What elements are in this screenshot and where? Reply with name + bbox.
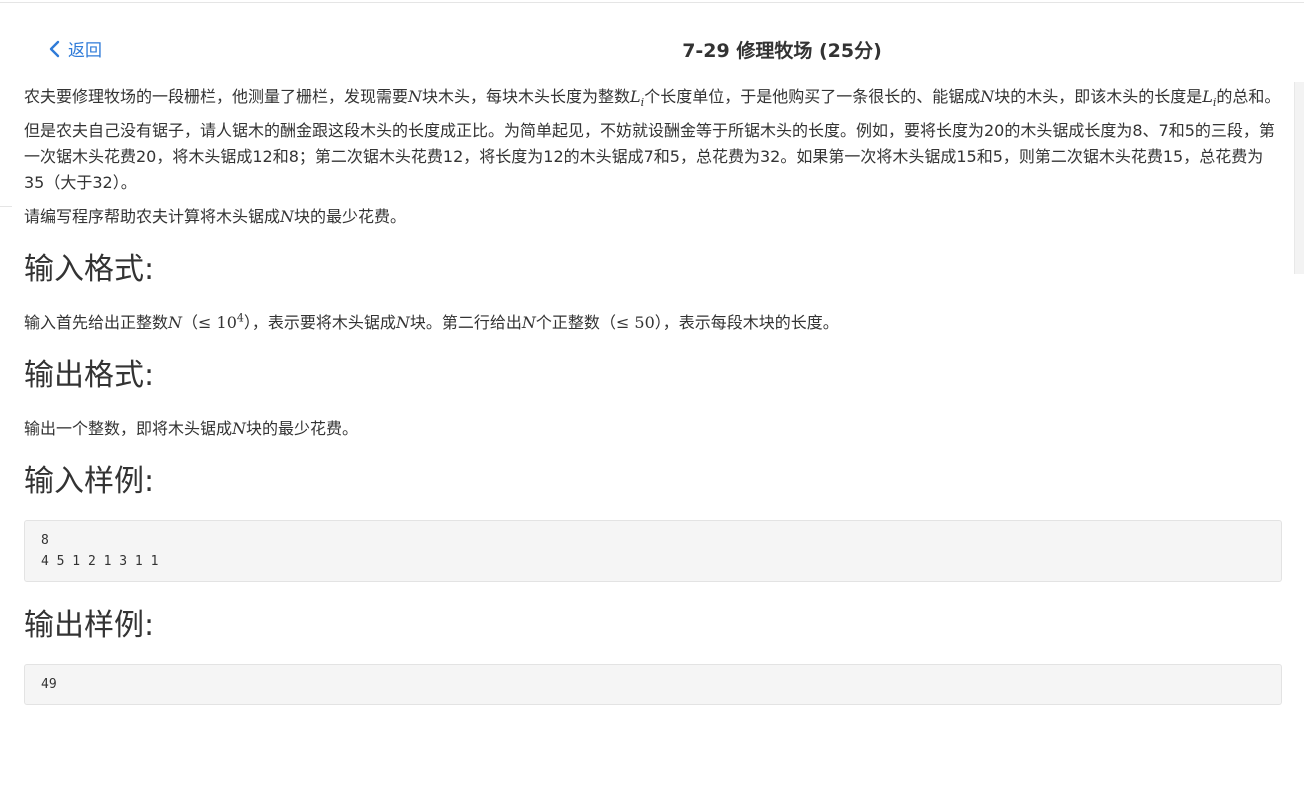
input-format-heading: 输入格式: — [24, 252, 155, 287]
sample-input-code: 8 4 5 1 2 1 3 1 1 — [24, 520, 1282, 582]
sample-output-heading: 输出样例: — [24, 608, 155, 643]
input-format-text: 输入首先给出正整数N（≤ 104），表示要将木头锯成N块。第二行给出N个正整数（… — [24, 311, 839, 332]
top-divider — [0, 2, 1304, 3]
statement-paragraph-1: 农夫要修理牧场的一段栅栏，他测量了栅栏，发现需要N块木头，每块木头长度为整数Li… — [24, 87, 1281, 110]
sample-output-code: 49 — [24, 664, 1282, 705]
page-header: 返回 7-29 修理牧场 (25分) — [0, 28, 1304, 70]
side-divider — [0, 206, 12, 207]
page-title: 7-29 修理牧场 (25分) — [682, 40, 882, 62]
statement-paragraph-3: 请编写程序帮助农夫计算将木头锯成N块的最少花费。 — [24, 207, 407, 226]
problem-content: 农夫要修理牧场的一段栅栏，他测量了栅栏，发现需要N块木头，每块木头长度为整数Li… — [24, 84, 1282, 705]
statement-paragraph-2: 但是农夫自己没有锯子，请人锯木的酬金跟这段木头的长度成正比。为简单起见，不妨就设… — [24, 121, 1275, 192]
output-format-text: 输出一个整数，即将木头锯成N块的最少花费。 — [24, 419, 359, 438]
scrollbar[interactable] — [1294, 82, 1304, 274]
output-format-heading: 输出格式: — [24, 358, 155, 393]
sample-input-heading: 输入样例: — [24, 464, 155, 499]
